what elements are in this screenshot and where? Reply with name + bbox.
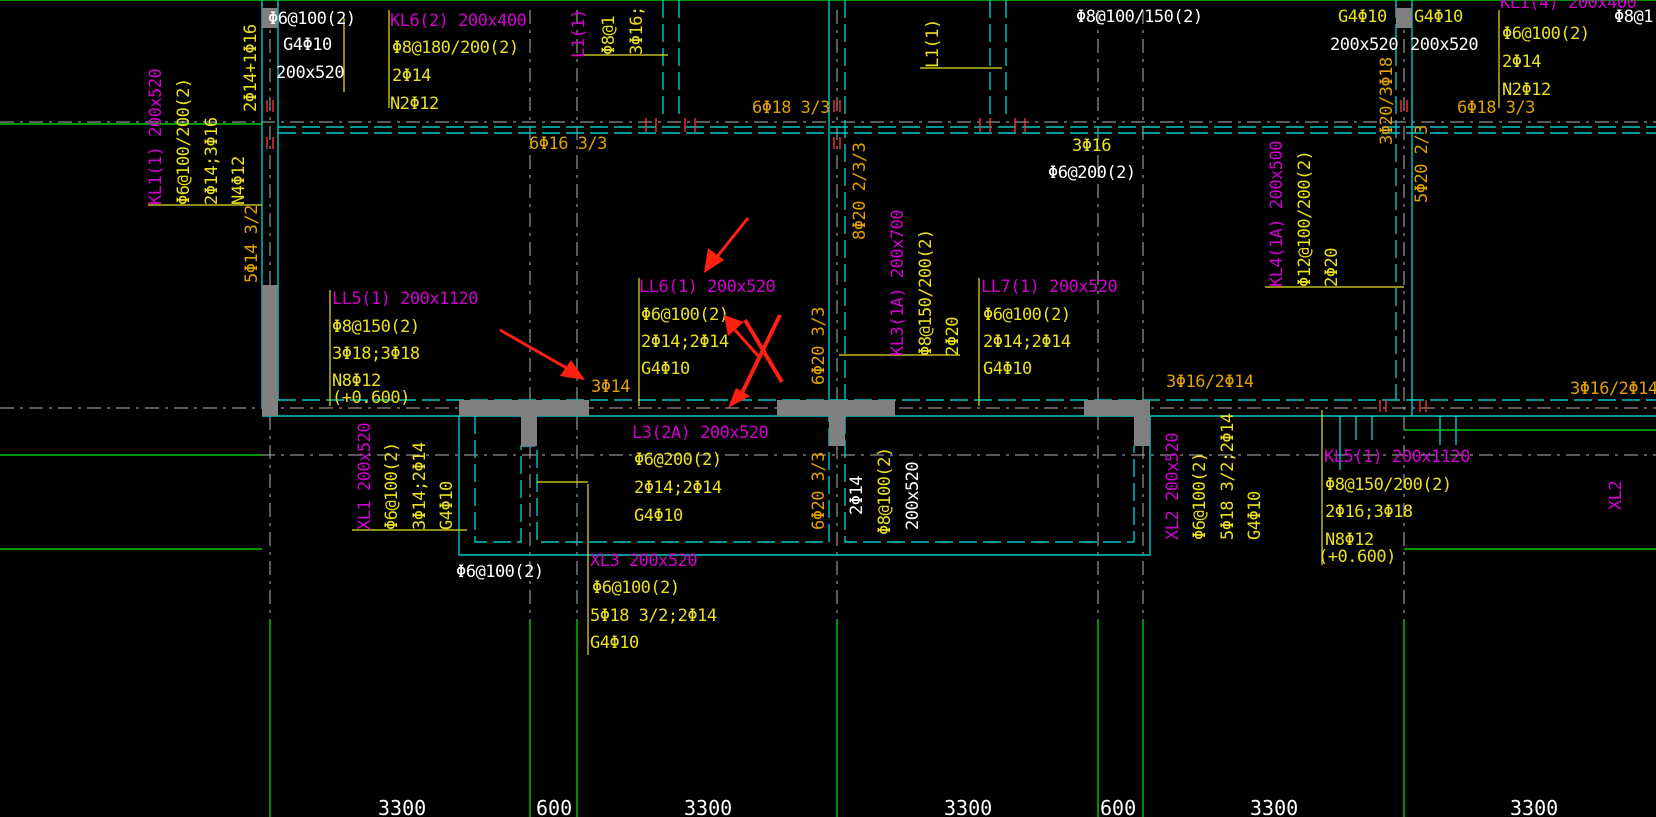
- label-ll6-stirrup: Φ6@100(2): [641, 305, 729, 325]
- label-l3-top: 2Φ14;2Φ14: [634, 478, 722, 498]
- label-6p18-a: 6Φ18 3/3: [752, 98, 830, 118]
- label-l1-stirrup: Φ8@1: [599, 16, 619, 55]
- label-ll5-top: 3Φ18;3Φ18: [332, 344, 420, 364]
- label-xl3: XL3 200x520: [590, 551, 697, 571]
- label-tr-edge: Φ8@1: [1614, 7, 1653, 27]
- dim-6: 3300: [1250, 796, 1298, 817]
- label-kl6-top: 2Φ14: [392, 66, 431, 86]
- label-kl5-stirrup: Φ8@150/200(2): [1325, 475, 1452, 495]
- label-kl3-stirrup: Φ8@150/200(2): [916, 229, 936, 356]
- label-xl2-g: G4Φ10: [1245, 491, 1265, 540]
- label-ll5: LL5(1) 200x1120: [332, 289, 478, 309]
- label-top-mid: Φ8@100/150(2): [1076, 7, 1203, 27]
- label-xl3-g: G4Φ10: [590, 633, 639, 653]
- label-top2: G4Φ10: [283, 35, 332, 55]
- label-ll7: LL7(1) 200x520: [981, 277, 1118, 297]
- label-200x520-v: 200x520: [903, 462, 923, 530]
- label-kl1: KL1(1) 200x520: [146, 68, 166, 205]
- label-kl1-stirrup: Φ6@100/200(2): [174, 78, 194, 205]
- label-l1-bottom: 3Φ16;: [627, 6, 647, 55]
- label-ll5-stirrup: Φ8@150(2): [332, 317, 420, 337]
- label-kl1-n: N4Φ12: [229, 156, 249, 205]
- label-kl4-stirrup: Φ12@100/200(2): [1295, 151, 1315, 287]
- label-kl6: KL6(2) 200x400: [390, 11, 527, 31]
- label-kl3: KL3(1A) 200x700: [888, 210, 908, 356]
- label-kl6-stirrup: Φ8@180/200(2): [392, 38, 519, 58]
- label-8p20: 8Φ20 2/3/3: [850, 143, 870, 240]
- label-tr-g2: G4Φ10: [1414, 7, 1463, 27]
- dim-4: 3300: [944, 796, 992, 817]
- label-6p20-b: 6Φ20 3/3: [809, 452, 829, 530]
- label-tr-size2: 200x520: [1410, 35, 1478, 55]
- beam-outlines: [261, 0, 1656, 556]
- label-2p14: 2Φ14: [847, 476, 867, 515]
- label-l1-top: L1(1): [569, 9, 589, 58]
- label-tr-n: N2Φ12: [1502, 80, 1551, 100]
- dim-5: 600: [1100, 796, 1136, 817]
- label-kl4-top: 2Φ20: [1322, 248, 1342, 287]
- label-ll5-h: (+0.600): [332, 388, 410, 408]
- label-6p18-b: 6Φ18 3/3: [1457, 98, 1535, 118]
- label-ll7-g: G4Φ10: [983, 359, 1032, 379]
- label-kl5: KL5(1) 200x1120: [1324, 447, 1470, 467]
- label-3p16-2p14-b: 3Φ16/2Φ14: [1570, 379, 1656, 399]
- label-l3-g: G4Φ10: [634, 506, 683, 526]
- label-kl5-h: (+0.600): [1318, 547, 1396, 567]
- label-ll6-top: 2Φ14;2Φ14: [641, 332, 729, 352]
- label-l1-right: L1(1): [923, 19, 943, 68]
- label-tr-vert: 3Φ20/3Φ18: [1377, 57, 1397, 145]
- label-xl1-g: G4Φ10: [437, 481, 457, 530]
- label-kl5-top: 2Φ16;3Φ18: [1325, 502, 1413, 522]
- label-p8-100: Φ8@100(2): [875, 447, 895, 535]
- label-xl1-top: 3Φ14;2Φ14: [410, 442, 430, 530]
- label-kl4: KL4(1A) 200x500: [1267, 141, 1287, 287]
- label-6p20-a: 6Φ20 3/3: [809, 307, 829, 385]
- label-3p14: 3Φ14: [591, 377, 630, 397]
- label-bottom-p6: Φ6@100(2): [456, 562, 544, 582]
- label-ll6: LL6(1) 200x520: [639, 277, 776, 297]
- label-tr-stirrup: Φ6@100(2): [1502, 24, 1590, 44]
- label-xl2-stirrup: Φ6@100(2): [1190, 452, 1210, 540]
- label-kl6-n: N2Φ12: [390, 94, 439, 114]
- label-top3: 200x520: [276, 63, 344, 83]
- label-3p16: 3Φ16: [1072, 136, 1111, 156]
- dim-3: 3300: [684, 796, 732, 817]
- label-tr-top: 2Φ14: [1502, 52, 1541, 72]
- dim-7: 3300: [1510, 796, 1558, 817]
- label-xl3-top: 5Φ18 3/2;2Φ14: [590, 606, 717, 626]
- label-5p14: 5Φ14 3/2: [242, 205, 262, 283]
- dim-1: 3300: [378, 796, 426, 817]
- label-kl3-top: 2Φ20: [943, 317, 963, 356]
- dimension-labels: 3300 600 3300 3300 600 3300 3300: [378, 796, 1558, 817]
- dim-2: 600: [536, 796, 572, 817]
- label-tr-g: G4Φ10: [1338, 7, 1387, 27]
- label-ll6-g: G4Φ10: [641, 359, 690, 379]
- label-xl1: XL1 200x520: [355, 423, 375, 530]
- label-l3-stirrup: Φ6@200(2): [634, 450, 722, 470]
- label-tr-vert2: 5Φ20 2/3: [1412, 125, 1432, 203]
- label-xl1-stirrup: Φ6@100(2): [382, 442, 402, 530]
- label-ll7-top: 2Φ14;2Φ14: [983, 332, 1071, 352]
- label-p6-200: Φ6@200(2): [1048, 163, 1136, 183]
- label-top1: Φ6@100(2): [268, 9, 356, 29]
- label-xl2-right: XL2: [1606, 481, 1626, 510]
- label-xl2-top: 5Φ18 3/2;2Φ14: [1218, 413, 1238, 540]
- label-ll7-stirrup: Φ6@100(2): [983, 305, 1071, 325]
- cad-structural-drawing[interactable]: Φ6@100(2) G4Φ10 200x520 KL6(2) 200x400 Φ…: [0, 0, 1656, 817]
- label-3p16-2p14-a: 3Φ16/2Φ14: [1166, 372, 1254, 392]
- rebar-markers: [266, 100, 1427, 412]
- label-left-top: 2Φ14+1Φ16: [241, 24, 261, 112]
- label-xl2: XL2 200x520: [1163, 433, 1183, 540]
- label-kl1-top: 2Φ14;3Φ16: [202, 117, 222, 205]
- label-6p16: 6Φ16 3/3: [529, 134, 607, 154]
- label-xl3-stirrup: Φ6@100(2): [592, 578, 680, 598]
- label-tr-size1: 200x520: [1330, 35, 1398, 55]
- label-l3: L3(2A) 200x520: [632, 423, 769, 443]
